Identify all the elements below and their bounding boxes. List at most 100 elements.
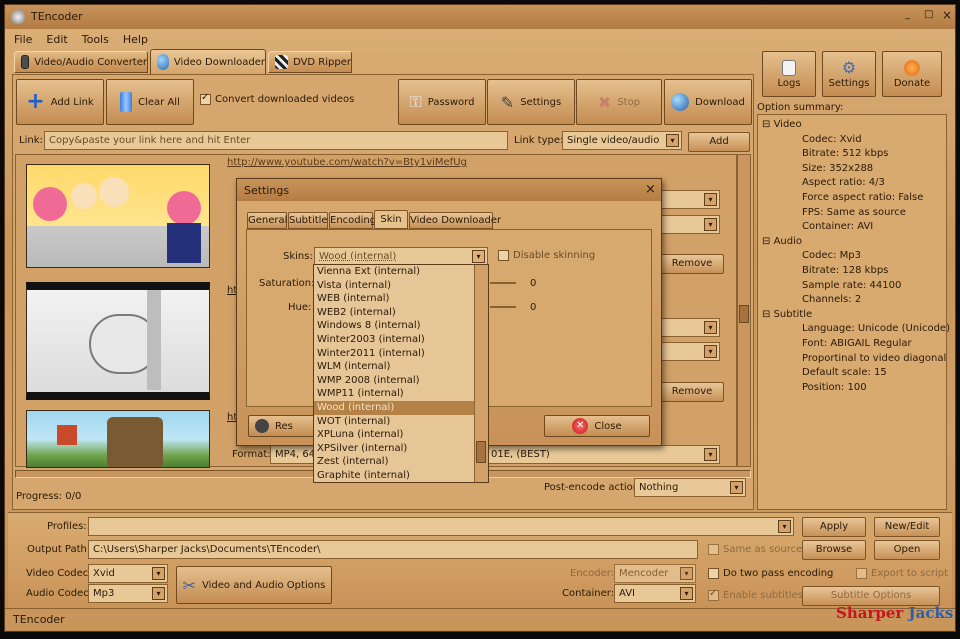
add-link-button[interactable]: + Add Link (16, 79, 104, 125)
list-item[interactable]: Vista (internal) (314, 279, 474, 293)
logs-button[interactable]: Logs (762, 51, 816, 97)
reset-button[interactable]: Res (248, 415, 318, 437)
quality-select[interactable]: ▾ (660, 215, 720, 234)
scrollbar-thumb[interactable] (476, 441, 486, 463)
dialog-tab-encoding[interactable]: Encoding (329, 212, 376, 229)
stop-button[interactable]: ✖ Stop (576, 79, 662, 125)
list-item[interactable]: XPLuna (internal) (314, 428, 474, 442)
close-icon[interactable]: × (942, 8, 952, 22)
menu-edit[interactable]: Edit (46, 33, 67, 49)
skins-label: Skins: (283, 251, 313, 262)
link-type-select[interactable]: Single video/audio ▾ (562, 131, 682, 150)
dialog-tab-subtitle[interactable]: Subtitle (288, 212, 328, 229)
dialog-title-bar[interactable]: Settings × (237, 179, 661, 201)
enable-subtitles-option[interactable]: Enable subtitles (708, 588, 803, 601)
collapse-icon: ⊟ (762, 308, 774, 320)
video-thumbnail (26, 282, 210, 400)
tab-video-audio-converter[interactable]: Video/Audio Converter (14, 51, 148, 73)
list-item[interactable]: Vienna Ext (internal) (314, 265, 474, 279)
list-item[interactable]: WMP 2008 (internal) (314, 374, 474, 388)
settings-toolbar-button[interactable]: ✎ Settings (487, 79, 575, 125)
menu-file[interactable]: File (14, 33, 32, 49)
audio-codec-select[interactable]: Mp3 ▾ (88, 584, 168, 603)
title-bar[interactable]: TEncoder _ □ × (5, 5, 955, 29)
close-circle-icon: ✕ (572, 418, 589, 434)
list-scrollbar[interactable] (737, 154, 751, 467)
skins-dropdown-list[interactable]: Vienna Ext (internal) Vista (internal) W… (313, 264, 489, 483)
maximize-icon[interactable]: □ (924, 9, 933, 20)
convert-downloaded-option[interactable]: Convert downloaded videos (200, 92, 354, 105)
dropdown-scrollbar[interactable] (474, 265, 488, 482)
apply-button[interactable]: Apply (802, 517, 866, 537)
output-path-label: Output Path: (27, 544, 91, 555)
clear-all-button[interactable]: Clear All (106, 79, 194, 125)
format-select[interactable]: ▾ (660, 190, 720, 209)
new-edit-button[interactable]: New/Edit (874, 517, 940, 537)
download-url[interactable]: http://www.youtube.com/watch?v=Bty1viMef… (227, 157, 467, 168)
list-item-selected[interactable]: Wood (internal) (314, 400, 474, 415)
tab-dvd-ripper[interactable]: DVD Ripper (268, 51, 352, 73)
export-script-option[interactable]: Export to script (856, 568, 948, 579)
donate-button[interactable]: Donate (882, 51, 942, 97)
list-item[interactable]: Winter2003 (internal) (314, 333, 474, 347)
export-script-checkbox[interactable] (856, 568, 867, 579)
tree-group-video[interactable]: ⊟ Video (762, 118, 942, 133)
hue-value: 0 (530, 302, 537, 313)
list-item[interactable]: Winter2011 (internal) (314, 347, 474, 361)
list-item[interactable]: WMP11 (internal) (314, 387, 474, 401)
remove-button[interactable]: Remove (660, 382, 724, 402)
saturation-slider[interactable] (490, 282, 516, 284)
remove-button[interactable]: Remove (660, 254, 724, 274)
video-codec-select[interactable]: Xvid ▾ (88, 564, 168, 583)
add-button[interactable]: Add (688, 132, 750, 152)
dialog-tab-video-downloader[interactable]: Video Downloader (409, 212, 501, 229)
settings-side-button[interactable]: ⚙ Settings (822, 51, 876, 97)
same-as-source-checkbox[interactable] (708, 544, 719, 555)
dialog-tab-skin[interactable]: Skin (374, 210, 408, 229)
saturation-value: 0 (530, 278, 537, 289)
tree-group-audio[interactable]: ⊟ Audio (762, 235, 942, 250)
list-item[interactable]: WLM (internal) (314, 360, 474, 374)
list-item[interactable]: Graphite (internal) (314, 469, 474, 482)
list-item[interactable]: WEB2 (internal) (314, 306, 474, 320)
link-input[interactable]: Copy&paste your link here and hit Enter (44, 131, 508, 150)
list-item[interactable]: WEB (internal) (314, 292, 474, 306)
download-button[interactable]: Download (664, 79, 752, 125)
scrollbar-thumb[interactable] (739, 305, 749, 323)
video-audio-options-button[interactable]: ✂ Video and Audio Options (176, 566, 332, 604)
close-button[interactable]: ✕ Close (544, 415, 650, 437)
tree-item: Proportinal to video diagonal (802, 352, 947, 364)
enable-subtitles-checkbox[interactable] (708, 588, 719, 601)
container-select[interactable]: AVI ▾ (614, 584, 696, 603)
encoder-select[interactable]: Mencoder ▾ (614, 564, 696, 583)
password-button[interactable]: ⚿ Password (398, 79, 486, 125)
dialog-close-icon[interactable]: × (645, 182, 656, 197)
hue-slider[interactable] (490, 306, 516, 308)
format-select[interactable]: ▾ (660, 318, 720, 337)
profiles-select[interactable]: ▾ (88, 517, 794, 536)
subtitle-options-button[interactable]: Subtitle Options (802, 586, 940, 606)
convert-checkbox[interactable] (200, 92, 211, 105)
two-pass-checkbox[interactable] (708, 568, 719, 579)
same-as-source-option[interactable]: Same as source (708, 544, 802, 555)
disable-skinning-checkbox[interactable] (498, 250, 509, 261)
dialog-tab-general[interactable]: General (247, 212, 287, 229)
open-button[interactable]: Open (874, 540, 940, 560)
two-pass-option[interactable]: Do two pass encoding (708, 568, 833, 579)
disable-skinning-option[interactable]: Disable skinning (498, 250, 595, 261)
quality-select[interactable]: ▾ (660, 342, 720, 361)
tree-group-subtitle[interactable]: ⊟ Subtitle (762, 308, 942, 323)
minimize-icon[interactable]: _ (905, 9, 910, 20)
tree-item: Channels: 2 (802, 294, 862, 306)
list-item[interactable]: WOT (internal) (314, 415, 474, 429)
menu-help[interactable]: Help (123, 33, 148, 49)
list-item[interactable]: Windows 8 (internal) (314, 319, 474, 333)
output-path-input[interactable]: C:\Users\Sharper Jacks\Documents\TEncode… (88, 540, 698, 559)
browse-button[interactable]: Browse (802, 540, 866, 560)
list-item[interactable]: Zest (internal) (314, 455, 474, 469)
list-item[interactable]: XPSilver (internal) (314, 442, 474, 456)
menu-tools[interactable]: Tools (82, 33, 109, 49)
tree-item: FPS: Same as source (802, 206, 906, 218)
post-encode-select[interactable]: Nothing ▾ (634, 478, 746, 497)
tab-video-downloader[interactable]: Video Downloader (150, 49, 266, 74)
